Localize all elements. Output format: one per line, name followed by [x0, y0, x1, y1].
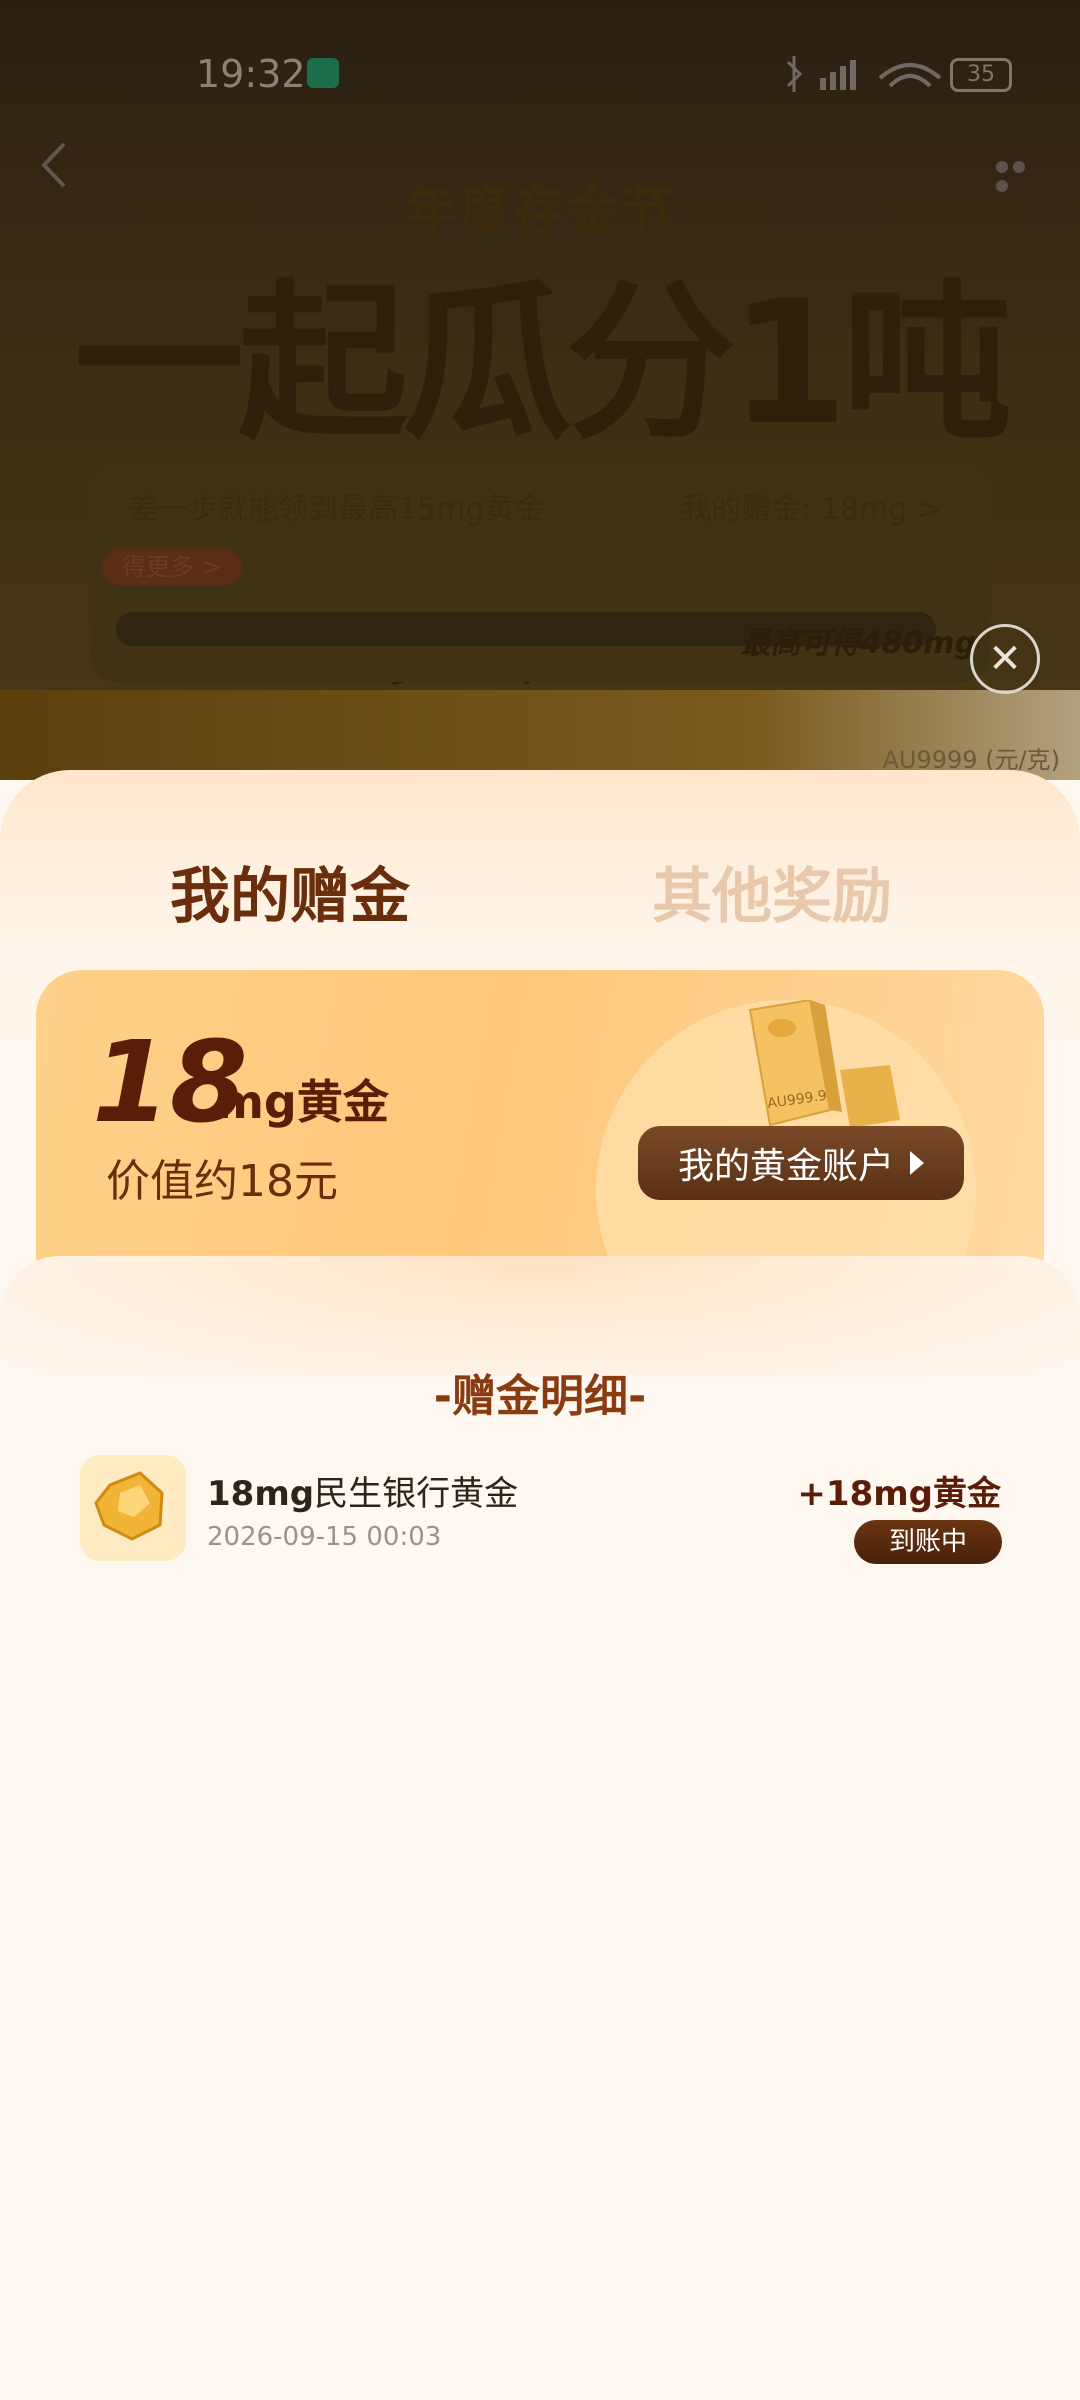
bg-more-pill: 得更多 > [102, 548, 242, 586]
bg-max-label: 最高可得480mg [740, 626, 976, 661]
status-time: 19:32 [196, 52, 306, 96]
detail-item-date: 2026-09-15 00:03 [207, 1522, 442, 1552]
gold-bar-icon: AU999.9 [748, 1000, 900, 1128]
detail-item-title: 18mg民生银行黄金 [207, 1466, 518, 1515]
details-title: -赠金明细- [433, 1371, 647, 1422]
gold-account-label: 我的黄金账户 [677, 1146, 894, 1187]
detail-item-amount-bold: 18mg [207, 1474, 315, 1514]
gold-nugget-icon [80, 1455, 186, 1561]
gold-unit: mg黄金 [216, 1075, 389, 1129]
gold-value: 价值约18元 [106, 1156, 338, 1207]
status-bar: 19:32 35 [0, 0, 1080, 140]
detail-item-bank: 民生银行黄金 [314, 1474, 519, 1514]
card-bottom-wave [0, 1256, 1080, 1376]
bg-my-gold-link: 我的赠金: 18mg > [681, 492, 942, 527]
play-arrow-icon [910, 1151, 924, 1175]
close-icon: ✕ [988, 636, 1022, 682]
detail-item-status-badge: 到账中 [854, 1520, 1002, 1564]
tab-other-rewards[interactable]: 其他奖励 [652, 848, 892, 935]
gold-account-button[interactable]: 我的黄金账户 [638, 1126, 964, 1200]
bg-progress-text: 差一步就能领到最高15mg黄金 [128, 492, 545, 527]
detail-item-amount: +18mg黄金 [797, 1474, 1001, 1514]
bg-progress-card: 差一步就能领到最高15mg黄金 我的赠金: 18mg > 得更多 > 最高可得4… [90, 462, 990, 682]
android-icon [307, 58, 339, 88]
battery-icon: 35 [950, 58, 1012, 92]
tab-my-gold[interactable]: 我的赠金 [170, 848, 410, 935]
close-button[interactable]: ✕ [970, 624, 1040, 694]
